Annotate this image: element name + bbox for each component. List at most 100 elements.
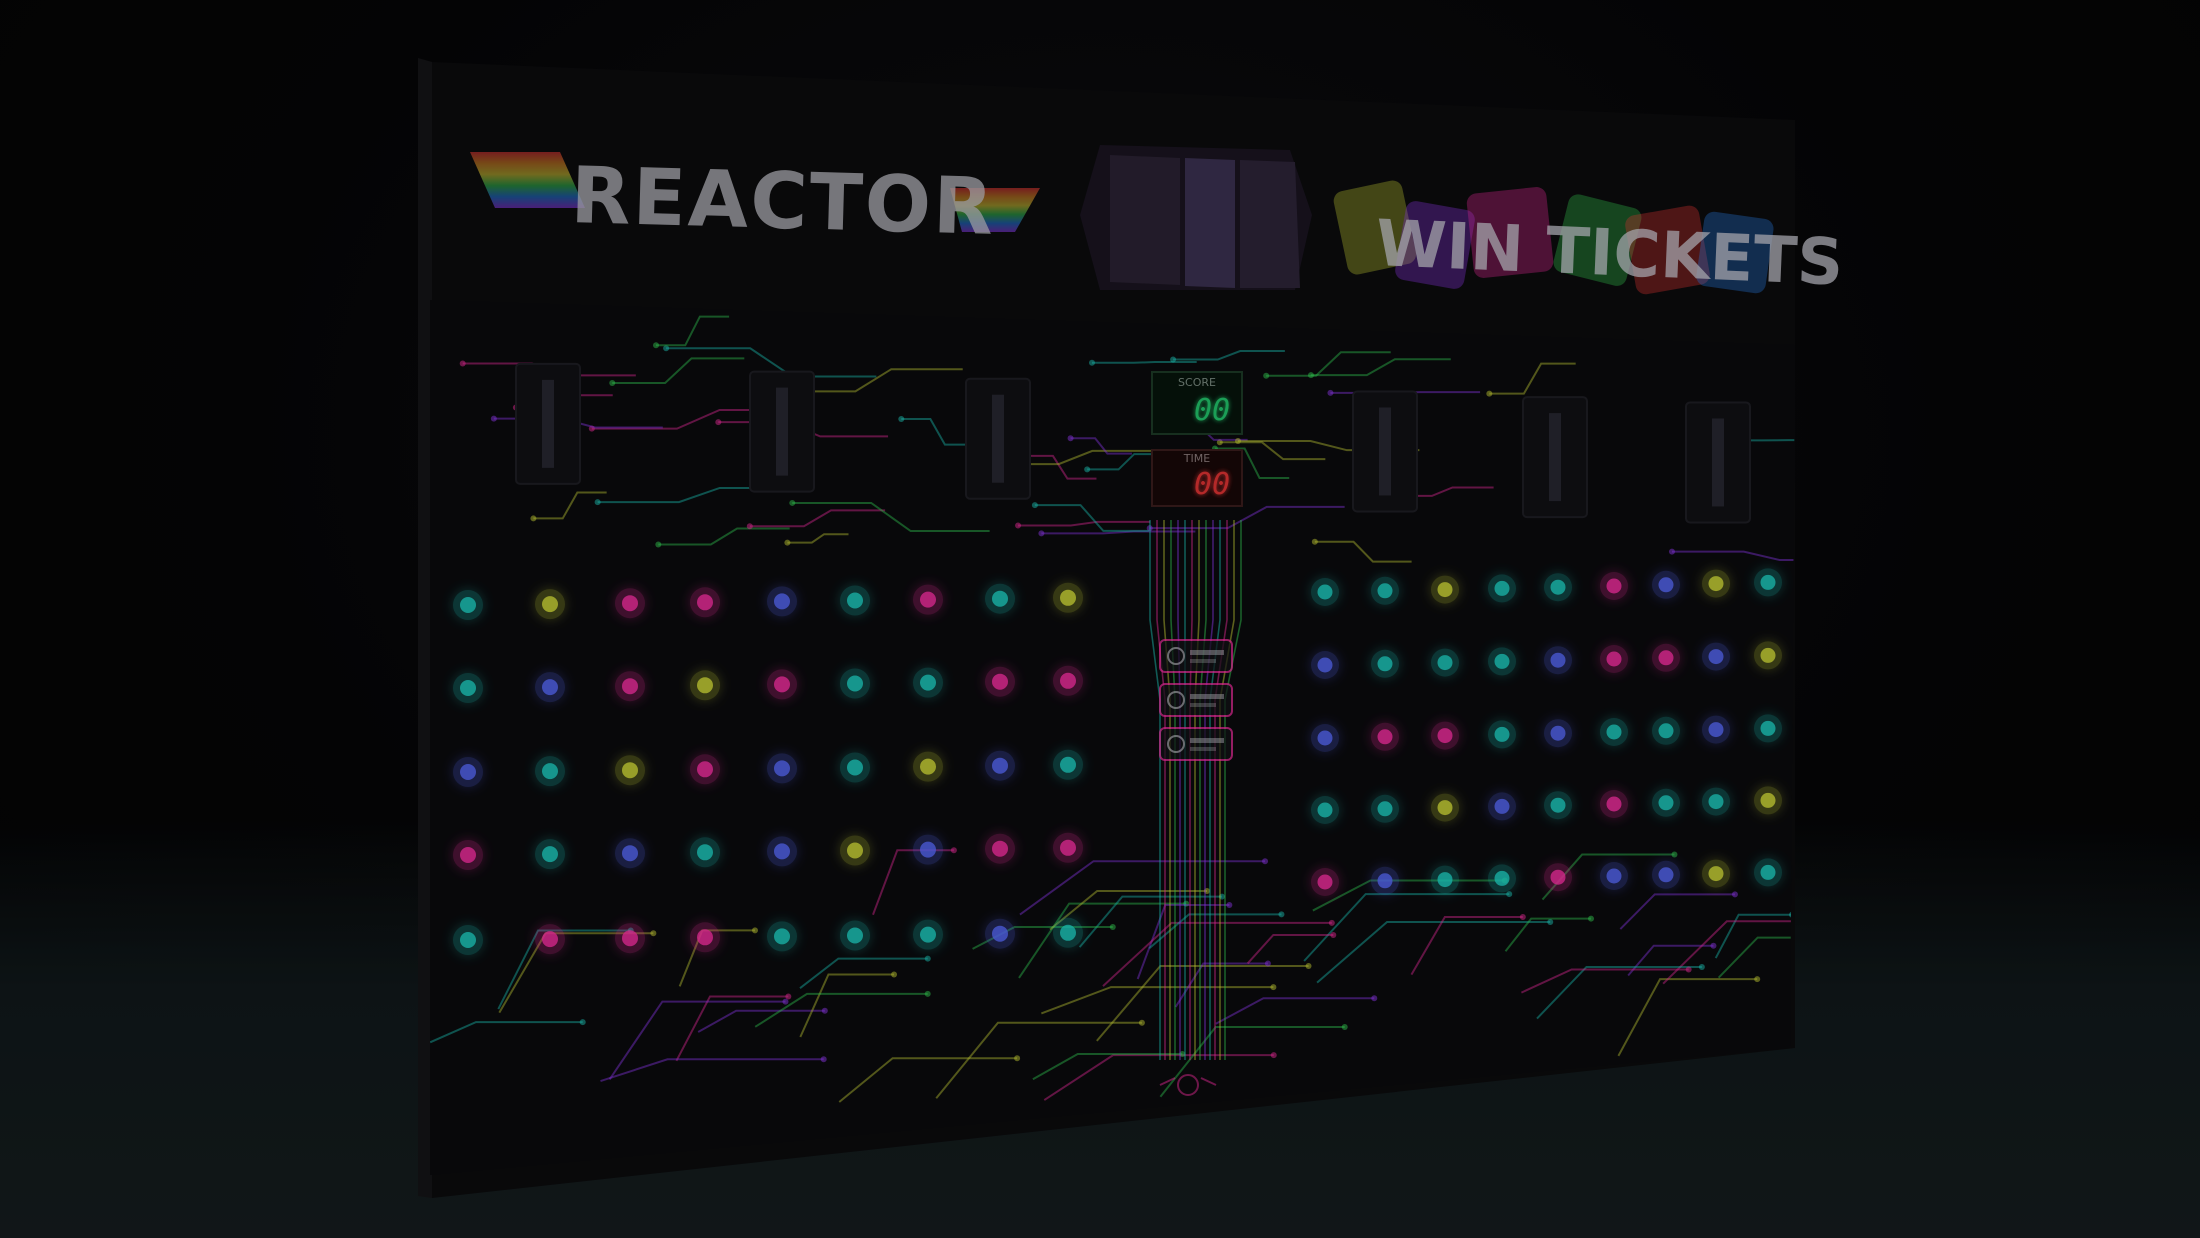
led-light [774,843,790,860]
led-light [697,677,713,694]
trace-node [579,1019,586,1026]
led-light [774,760,790,777]
trace-node [784,539,791,546]
led-light [622,678,638,695]
trace-node [746,523,753,530]
led-light [1760,792,1776,808]
trace-node [1263,372,1270,379]
led-light [992,925,1008,942]
trace-node [1084,466,1091,473]
led-light [1494,580,1510,596]
trace-node [1014,1055,1021,1062]
led-light [1658,723,1674,739]
trace-node [1846,935,1852,941]
led-light [1658,650,1674,666]
led-light [1708,576,1724,592]
score-label: SCORE [1178,376,1216,389]
trace-node [1305,963,1312,970]
trace-node [1264,960,1271,967]
badge-line [1190,747,1216,751]
led-light [460,764,476,780]
trace-node [1668,548,1675,555]
led-light [774,676,790,693]
trace-node [1588,915,1595,922]
led-light [1550,725,1566,741]
led-light [1377,656,1393,672]
led-light [774,928,790,945]
center-badge [1159,639,1233,673]
led-light [1550,652,1566,668]
center-badge [1159,683,1233,717]
coin-slot-opening [1549,413,1561,502]
led-light [1317,584,1333,600]
led-light [1708,866,1724,882]
trace-node [1031,502,1038,509]
trace-node [924,955,931,962]
led-light [622,762,638,779]
led-light [920,758,936,775]
led-light [697,844,713,861]
led-light [1437,655,1453,671]
trace-node [1506,891,1513,898]
trace-node [782,998,789,1005]
led-light [992,840,1008,857]
led-light [920,841,936,858]
led-light [1708,794,1724,810]
trace-node [1547,918,1554,925]
led-light [847,675,863,692]
led-light [1317,874,1333,890]
coin-slot-opening [992,394,1004,483]
led-light [1317,730,1333,746]
badge-line [1190,738,1224,743]
trace-node [1234,438,1241,445]
led-light [622,845,638,862]
led-light [1494,870,1510,886]
cabinet-edge [418,58,432,1198]
trace-node [1519,913,1526,920]
led-light [1494,798,1510,814]
trace-node [1270,984,1277,991]
trace-node [1685,966,1692,973]
led-light [460,847,476,863]
led-light [1377,583,1393,599]
led-light [1606,868,1622,884]
time-label: TIME [1183,452,1210,465]
led-light [1060,589,1076,606]
reactor-title: REACTOR [569,151,996,253]
trace-node [950,847,957,854]
trace-node [1067,435,1074,442]
trace-node [1328,919,1335,926]
trace-node [1872,918,1878,924]
trace-node [1038,530,1045,537]
trace-node [1270,1052,1277,1059]
trace-node [1262,858,1269,865]
led-light [542,679,558,696]
led-light [697,929,713,946]
trace-node [891,971,898,978]
led-light [774,593,790,610]
score-value: 00 [1194,393,1230,428]
led-light [1060,839,1076,856]
trace-node [715,419,722,426]
led-light [622,595,638,612]
led-light [1060,756,1076,773]
led-light [542,596,558,613]
trace-node [1341,1023,1348,1030]
led-light [1317,657,1333,673]
trace-node [650,930,657,937]
circuit-trace [1091,361,1197,364]
led-light [542,846,558,863]
led-light [847,759,863,776]
led-light [1437,872,1453,888]
led-light [1606,651,1622,667]
time-value: 00 [1194,467,1230,502]
trace-node [1371,995,1378,1002]
trace-node [898,416,905,423]
led-light [1606,724,1622,740]
trace-node [490,415,497,422]
center-badge [1159,727,1233,761]
led-light [1437,800,1453,816]
led-light [1708,722,1724,738]
led-light [847,592,863,609]
led-light [1658,795,1674,811]
